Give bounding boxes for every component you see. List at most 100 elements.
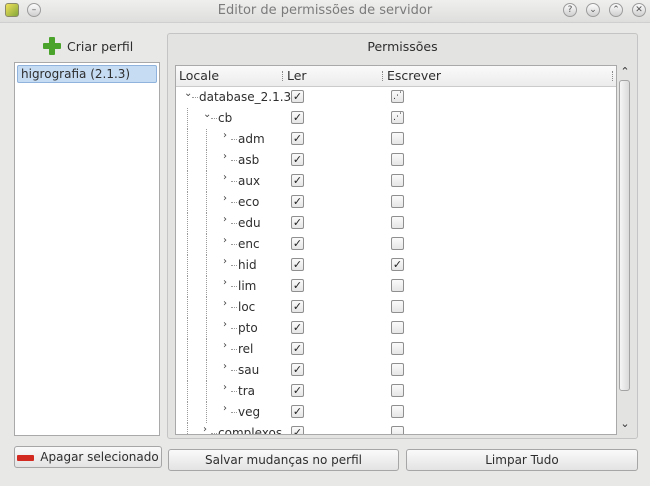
locale-name: pto <box>238 321 258 335</box>
read-checkbox[interactable]: ✓ <box>291 321 304 334</box>
create-profile-button[interactable]: Criar perfil <box>42 35 133 57</box>
expand-arrow-icon[interactable]: › <box>223 235 227 246</box>
write-checkbox[interactable] <box>391 195 404 208</box>
read-checkbox[interactable]: ✓ <box>291 153 304 166</box>
read-checkbox[interactable]: ✓ <box>291 132 304 145</box>
write-checkbox[interactable] <box>391 321 404 334</box>
write-checkbox[interactable] <box>391 342 404 355</box>
write-checkbox[interactable] <box>391 426 404 434</box>
tree-row[interactable]: › lim ✓ <box>176 276 616 297</box>
expand-arrow-icon[interactable]: › <box>223 277 227 288</box>
write-checkbox[interactable]: ✓ <box>391 258 404 271</box>
read-checkbox[interactable]: ✓ <box>291 174 304 187</box>
tree-guide-line <box>206 234 207 255</box>
expand-arrow-icon[interactable]: › <box>223 319 227 330</box>
write-checkbox[interactable]: ⋰ <box>391 111 404 124</box>
write-checkbox[interactable] <box>391 174 404 187</box>
tree-guide-line <box>206 360 207 381</box>
maximize-icon[interactable]: ⌃ <box>609 3 623 17</box>
profile-item[interactable]: higrografia (2.1.3) <box>17 65 157 83</box>
read-checkbox[interactable]: ✓ <box>291 342 304 355</box>
help-icon[interactable]: ? <box>563 3 577 17</box>
write-checkbox[interactable] <box>391 237 404 250</box>
tree-row[interactable]: › adm ✓ <box>176 129 616 150</box>
tree-guide-line <box>211 118 217 119</box>
expand-arrow-icon[interactable]: › <box>223 340 227 351</box>
read-checkbox[interactable]: ✓ <box>291 258 304 271</box>
tree-guide-line <box>206 297 207 318</box>
header-divider[interactable] <box>282 71 285 81</box>
save-profile-button[interactable]: Salvar mudanças no perfil <box>168 449 399 471</box>
write-checkbox[interactable] <box>391 279 404 292</box>
write-checkbox[interactable] <box>391 300 404 313</box>
read-checkbox[interactable]: ✓ <box>291 237 304 250</box>
tree-guide-line <box>192 97 198 98</box>
write-checkbox[interactable]: ⋰ <box>391 90 404 103</box>
write-checkbox[interactable] <box>391 363 404 376</box>
tree-row[interactable]: › veg ✓ <box>176 402 616 423</box>
scroll-up-icon[interactable]: ⌃ <box>617 65 633 79</box>
tree-guide-line <box>231 349 237 350</box>
tree-row[interactable]: › tra ✓ <box>176 381 616 402</box>
tree-row[interactable]: › rel ✓ <box>176 339 616 360</box>
write-checkbox[interactable] <box>391 405 404 418</box>
scroll-handle[interactable] <box>619 80 630 391</box>
read-checkbox[interactable]: ✓ <box>291 216 304 229</box>
tree-row[interactable]: › hid ✓ ✓ <box>176 255 616 276</box>
expand-arrow-icon[interactable]: › <box>223 172 227 183</box>
header-ler[interactable]: Ler <box>287 68 307 83</box>
tree-guide-line <box>206 255 207 276</box>
tree-row[interactable]: › sau ✓ <box>176 360 616 381</box>
tree-row[interactable]: › asb ✓ <box>176 150 616 171</box>
expand-arrow-icon[interactable]: › <box>223 151 227 162</box>
header-divider[interactable] <box>612 71 615 81</box>
write-checkbox[interactable] <box>391 384 404 397</box>
tree-row[interactable]: › eco ✓ <box>176 192 616 213</box>
expand-arrow-icon[interactable]: › <box>223 361 227 372</box>
expand-arrow-icon[interactable]: › <box>223 403 227 414</box>
tree-row[interactable]: › enc ✓ <box>176 234 616 255</box>
read-checkbox[interactable]: ✓ <box>291 300 304 313</box>
write-checkbox[interactable] <box>391 132 404 145</box>
permissions-title: Permissões <box>367 39 438 54</box>
tree-row[interactable]: › pto ✓ <box>176 318 616 339</box>
header-locale[interactable]: Locale <box>179 68 219 83</box>
read-checkbox[interactable]: ✓ <box>291 426 304 434</box>
plus-icon <box>42 36 62 56</box>
close-icon[interactable]: ✕ <box>632 3 646 17</box>
tree-row[interactable]: ⌄ cb ✓ ⋰ <box>176 108 616 129</box>
header-divider[interactable] <box>382 71 385 81</box>
read-checkbox[interactable]: ✓ <box>291 405 304 418</box>
read-checkbox[interactable]: ✓ <box>291 363 304 376</box>
clear-all-button[interactable]: Limpar Tudo <box>406 449 638 471</box>
tree-row[interactable]: › loc ✓ <box>176 297 616 318</box>
expand-arrow-icon[interactable]: › <box>223 193 227 204</box>
locale-name: tra <box>238 384 255 398</box>
expand-arrow-icon[interactable]: › <box>223 130 227 141</box>
locale-name: cb <box>218 111 233 125</box>
profiles-list[interactable]: higrografia (2.1.3) <box>14 62 160 436</box>
header-escrever[interactable]: Escrever <box>387 68 441 83</box>
tree-row[interactable]: › aux ✓ <box>176 171 616 192</box>
expand-arrow-icon[interactable]: › <box>223 382 227 393</box>
expand-arrow-icon[interactable]: › <box>223 214 227 225</box>
tree-row[interactable]: › complexos ✓ <box>176 423 616 434</box>
vertical-scrollbar[interactable]: ⌃ ⌄ <box>617 65 633 435</box>
read-checkbox[interactable]: ✓ <box>291 195 304 208</box>
tree-row[interactable]: ⌄ database_2.1.3 ✓ ⋰ <box>176 87 616 108</box>
minimize-icon[interactable]: ⌄ <box>586 3 600 17</box>
tree-row[interactable]: › edu ✓ <box>176 213 616 234</box>
write-checkbox[interactable] <box>391 216 404 229</box>
write-checkbox[interactable] <box>391 153 404 166</box>
read-checkbox[interactable]: ✓ <box>291 384 304 397</box>
scroll-down-icon[interactable]: ⌄ <box>617 417 633 431</box>
expand-arrow-icon[interactable]: › <box>203 424 207 434</box>
read-checkbox[interactable]: ✓ <box>291 279 304 292</box>
expand-arrow-icon[interactable]: › <box>223 256 227 267</box>
expand-arrow-icon[interactable]: › <box>223 298 227 309</box>
read-checkbox[interactable]: ✓ <box>291 90 304 103</box>
tree-guide-line <box>187 255 188 276</box>
delete-selected-button[interactable]: Apagar selecionado <box>14 446 162 468</box>
permissions-tree[interactable]: Locale Ler Escrever ⌄ database_2.1.3 ✓ ⋰ ⌄ cb… <box>175 65 617 435</box>
read-checkbox[interactable]: ✓ <box>291 111 304 124</box>
